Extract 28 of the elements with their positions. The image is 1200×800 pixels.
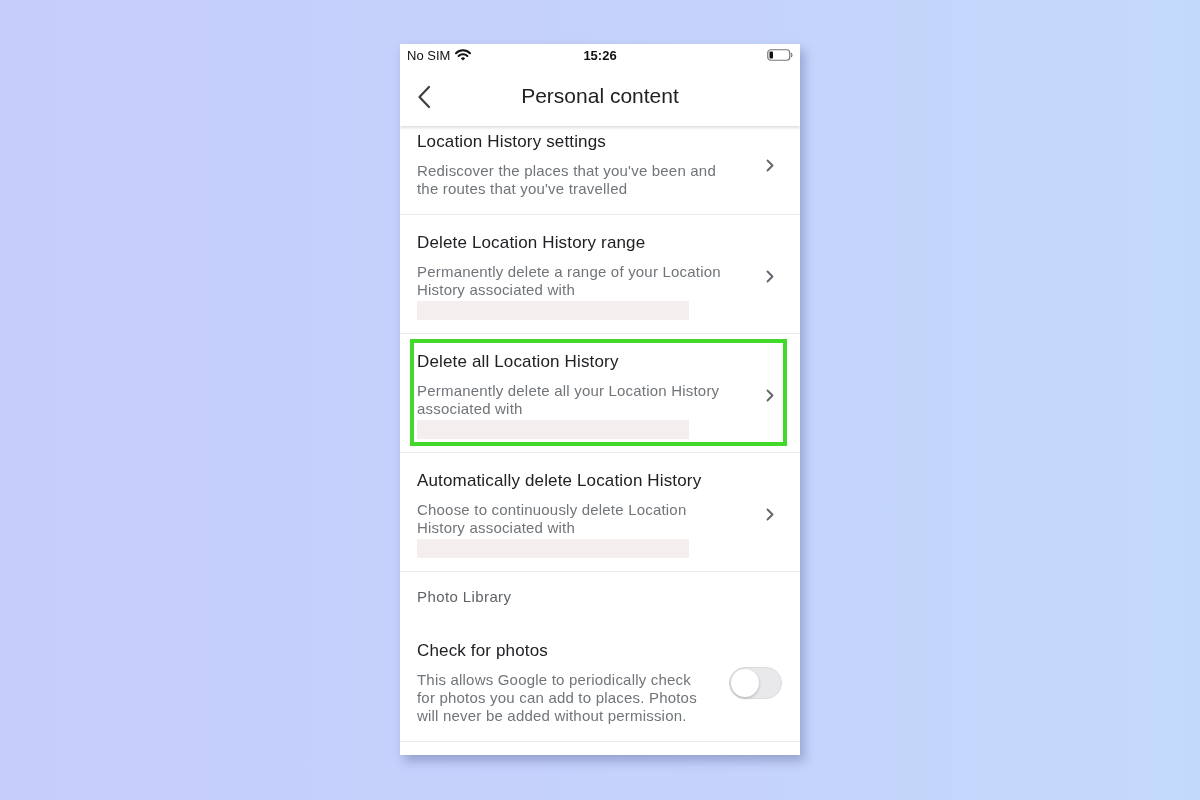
row-description: Choose to continuously delete Location History associated with [417,501,688,537]
settings-row[interactable]: Delete Location History range Permanently delete a range of your Location History associated with [400,215,800,334]
row-title: Automatically delete Location History [417,471,702,491]
chevron-left-icon [417,85,431,109]
row-description: Permanently delete a range of your Location History associated with [417,263,722,299]
row-title: Delete Location History range [417,233,646,253]
row-description: This allows Google to periodically check for photos you can add to places. Photos will never be added without permission. [417,671,698,725]
clock-time: 15:26 [583,47,617,63]
chevron-right-icon [766,389,774,402]
settings-row[interactable]: Automatically delete Location History Choose to continuously delete Location History associated with [400,453,800,572]
settings-row[interactable]: Delete all Location History Permanently delete all your Location History associated with [400,334,800,453]
battery-icon [767,49,793,61]
settings-row[interactable]: Check for photos This allows Google to periodically check for photos you can add to places. Photos will never be added without permission. [400,624,800,742]
row-description: Permanently delete all your Location History associated with [417,382,721,418]
chevron-right-icon [766,158,774,172]
toggle-switch[interactable] [729,667,782,699]
settings-row[interactable]: Location History settings Rediscover the places that you've been and the routes that you've travelled [400,126,800,215]
screen-title: Personal content [521,84,679,108]
row-title: Location History settings [417,132,606,152]
row-title: Delete all Location History [417,352,619,372]
row-title: Check for photos [417,641,548,661]
chevron-right-icon [766,270,774,283]
section-heading: Photo Library [416,587,513,607]
carrier-label: No SIM [407,47,451,63]
wifi-icon [455,49,472,61]
row-description: Rediscover the places that you've been and the routes that you've travelled [417,162,717,198]
back-button[interactable] [416,85,432,109]
chevron-right-icon [766,508,774,521]
